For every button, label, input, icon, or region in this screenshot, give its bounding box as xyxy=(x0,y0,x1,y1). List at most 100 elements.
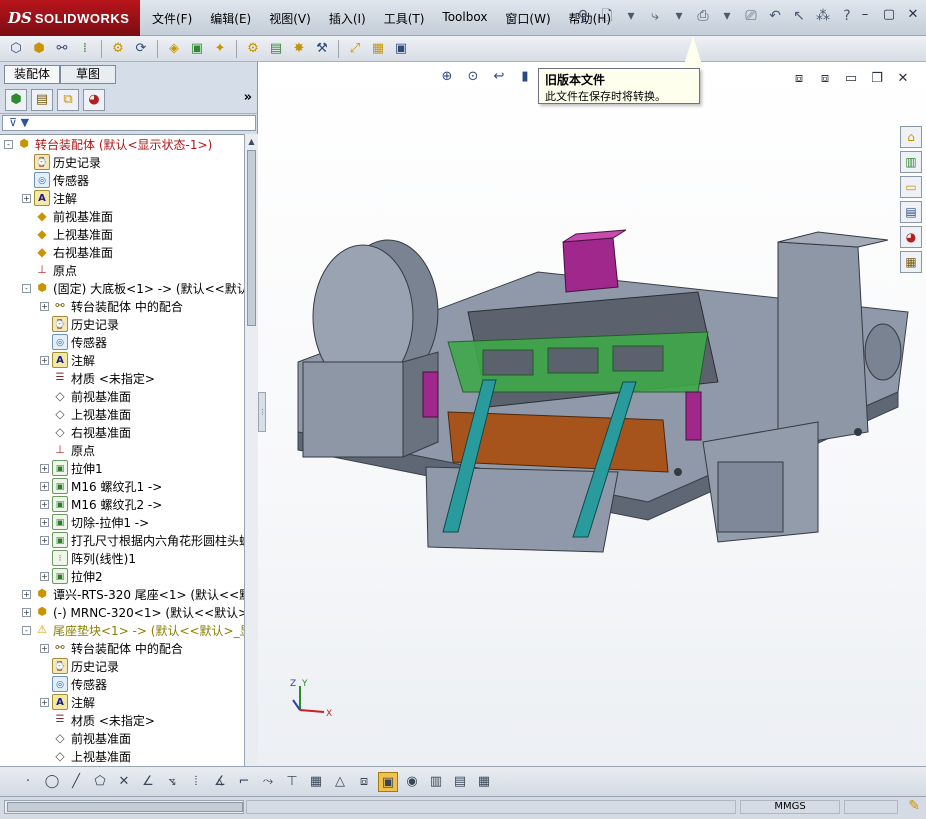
green-bracket-window[interactable] xyxy=(612,345,664,372)
point-icon[interactable]: · xyxy=(18,772,38,792)
offset-icon[interactable]: ⦪ xyxy=(162,772,182,792)
expand-icon[interactable]: + xyxy=(40,301,49,311)
expand-icon[interactable]: + xyxy=(40,517,49,527)
smart-fasteners-icon[interactable]: ⚙ xyxy=(108,39,128,59)
tree-item[interactable]: ⊥ 原点 xyxy=(22,261,77,279)
menu-edit[interactable]: 编辑(E) xyxy=(208,9,253,28)
collapse-icon[interactable]: - xyxy=(22,283,31,293)
expand-icon[interactable]: + xyxy=(40,643,49,653)
select-icon[interactable]: ↖ xyxy=(790,6,808,26)
rotary-table-base[interactable] xyxy=(302,361,404,458)
status-help-icon[interactable]: ✎ xyxy=(908,798,920,814)
menu-tools[interactable]: 工具(T) xyxy=(382,9,427,28)
expand-icon[interactable]: + xyxy=(40,463,49,473)
solidworks-logo[interactable]: DS SOLIDWORKS xyxy=(0,0,140,36)
shaded-view-icon[interactable]: ▣ xyxy=(378,771,398,792)
close-icon[interactable]: ✕ xyxy=(904,6,922,24)
circle-icon[interactable]: ◯ xyxy=(42,772,62,792)
large-assembly-icon[interactable]: ▣ xyxy=(391,39,411,59)
tree-item[interactable]: - ⬢ (固定) 大底板<1> -> (默认<<默认>_ xyxy=(22,279,244,297)
assembly-model[interactable] xyxy=(258,62,926,766)
tree-vertical-scrollbar[interactable]: ▲ ▼ xyxy=(244,134,258,810)
new-part-icon[interactable]: ⬢ xyxy=(29,39,49,59)
tree-item[interactable]: ◎ 传感器 xyxy=(40,675,107,693)
tree-filter[interactable]: ⊽ ▼ xyxy=(2,115,256,131)
open-icon[interactable]: ▾ xyxy=(622,6,640,26)
tailstock-cylinder[interactable] xyxy=(864,323,902,381)
collapse-icon[interactable]: - xyxy=(4,139,13,149)
linear-pattern-icon[interactable]: ⁞ xyxy=(75,39,95,59)
feature-manager-icon[interactable]: ⬢ xyxy=(5,88,27,111)
print-icon[interactable]: ▾ xyxy=(718,6,736,26)
expand-panel-icon[interactable]: » xyxy=(244,90,252,105)
collapse-icon[interactable]: - xyxy=(22,625,31,635)
tree-item[interactable]: ◇ 上视基准面 xyxy=(40,405,131,423)
green-bracket-window[interactable] xyxy=(547,347,599,374)
scroll-up-icon[interactable]: ▲ xyxy=(246,135,257,148)
tree-item[interactable]: ⌚ 历史记录 xyxy=(40,657,119,675)
sphere-icon[interactable]: ◉ xyxy=(402,772,422,792)
magenta-block[interactable] xyxy=(562,237,619,293)
menu-toolbox[interactable]: Toolbox xyxy=(440,9,489,28)
line-icon[interactable]: ╱ xyxy=(66,772,86,792)
tree-item[interactable]: + ▣ M16 螺纹孔2 -> xyxy=(40,495,162,513)
sheet-metal-icon[interactable]: ▥ xyxy=(426,772,446,792)
maximize-icon[interactable]: ▢ xyxy=(880,6,898,24)
expand-icon[interactable]: + xyxy=(40,355,49,365)
menu-window[interactable]: 窗口(W) xyxy=(503,9,552,28)
filter-dropdown-icon[interactable]: ▼ xyxy=(21,116,29,129)
snapshot-icon[interactable]: ▦ xyxy=(368,39,388,59)
assembly-features-icon[interactable]: ▣ xyxy=(187,39,207,59)
tree-item[interactable]: ☰ 材质 <未指定> xyxy=(40,711,155,729)
display-manager-icon[interactable]: ◕ xyxy=(83,88,105,111)
insert-component-icon[interactable]: ⬡ xyxy=(6,39,26,59)
save-icon[interactable]: ▾ xyxy=(670,6,688,26)
undo-icon[interactable]: ↶ xyxy=(766,6,784,26)
tree-item[interactable]: + ⚯ 转台装配体 中的配合 xyxy=(40,639,183,657)
tree-item[interactable]: + ⬢ 谭兴-RTS-320 尾座<1> (默认<<默认> xyxy=(22,585,244,603)
menu-insert[interactable]: 插入(I) xyxy=(327,9,368,28)
angle-icon[interactable]: ∡ xyxy=(210,772,230,792)
expand-icon[interactable]: + xyxy=(22,607,31,617)
table-icon[interactable]: ▤ xyxy=(450,772,470,792)
tree-item[interactable]: + ⚯ 转台装配体 中的配合 xyxy=(40,297,183,315)
scroll-thumb[interactable] xyxy=(7,802,243,812)
expand-icon[interactable]: + xyxy=(22,193,31,203)
expand-icon[interactable]: + xyxy=(40,571,49,581)
open-folder-icon[interactable]: ⤷ xyxy=(646,6,664,26)
extend-icon[interactable]: ∠ xyxy=(138,772,158,792)
tree-item[interactable]: ◇ 前视基准面 xyxy=(40,729,131,747)
tree-item[interactable]: ⁝ 阵列(线性)1 xyxy=(40,549,136,567)
tree-item[interactable]: + ⬢ (-) MRNC-320<1> (默认<<默认>_显示 xyxy=(22,603,244,621)
corner-icon[interactable]: ⌐ xyxy=(234,772,254,792)
units-indicator[interactable]: MMGS xyxy=(740,800,840,814)
tailstock-body[interactable] xyxy=(777,241,869,448)
expand-icon[interactable]: + xyxy=(40,499,49,509)
tree-item[interactable]: ◇ 前视基准面 xyxy=(40,387,131,405)
trim-icon[interactable]: ✕ xyxy=(114,772,134,792)
polygon-icon[interactable]: ⬠ xyxy=(90,772,110,792)
spline-icon[interactable]: ⤳ xyxy=(258,772,278,792)
tree-item[interactable]: ◆ 右视基准面 xyxy=(22,243,113,261)
box-icon[interactable]: ⧈ xyxy=(354,772,374,792)
mate-icon[interactable]: ⚯ xyxy=(52,39,72,59)
tab-assembly[interactable]: 装配体 xyxy=(4,65,60,84)
show-hidden-icon[interactable]: ◈ xyxy=(164,39,184,59)
reference-geometry-icon[interactable]: ✦ xyxy=(210,39,230,59)
configuration-manager-icon[interactable]: ⧉ xyxy=(57,88,79,111)
tree-item[interactable]: ◇ 上视基准面 xyxy=(40,747,131,765)
grid-table-icon[interactable]: ▦ xyxy=(474,772,494,792)
mirror-icon[interactable]: ⦙ xyxy=(186,772,206,792)
tree-item[interactable]: + A 注解 xyxy=(22,189,77,207)
help-icon[interactable]: ? xyxy=(838,6,856,26)
interference-icon[interactable]: ⚒ xyxy=(312,39,332,59)
new-motion-study-icon[interactable]: ⚙ xyxy=(243,39,263,59)
tree-item[interactable]: + ▣ 切除-拉伸1 -> xyxy=(40,513,149,531)
menu-view[interactable]: 视图(V) xyxy=(267,9,313,28)
tree-item[interactable]: ◆ 上视基准面 xyxy=(22,225,113,243)
move-component-icon[interactable]: ⟳ xyxy=(131,39,151,59)
tree-item[interactable]: ◇ 右视基准面 xyxy=(40,423,131,441)
tree-item[interactable]: - ⚠ 尾座垫块<1> -> (默认<<默认>_显 xyxy=(22,621,244,639)
filter-icon[interactable]: ⊽ xyxy=(9,116,17,129)
scroll-thumb[interactable] xyxy=(247,150,256,326)
